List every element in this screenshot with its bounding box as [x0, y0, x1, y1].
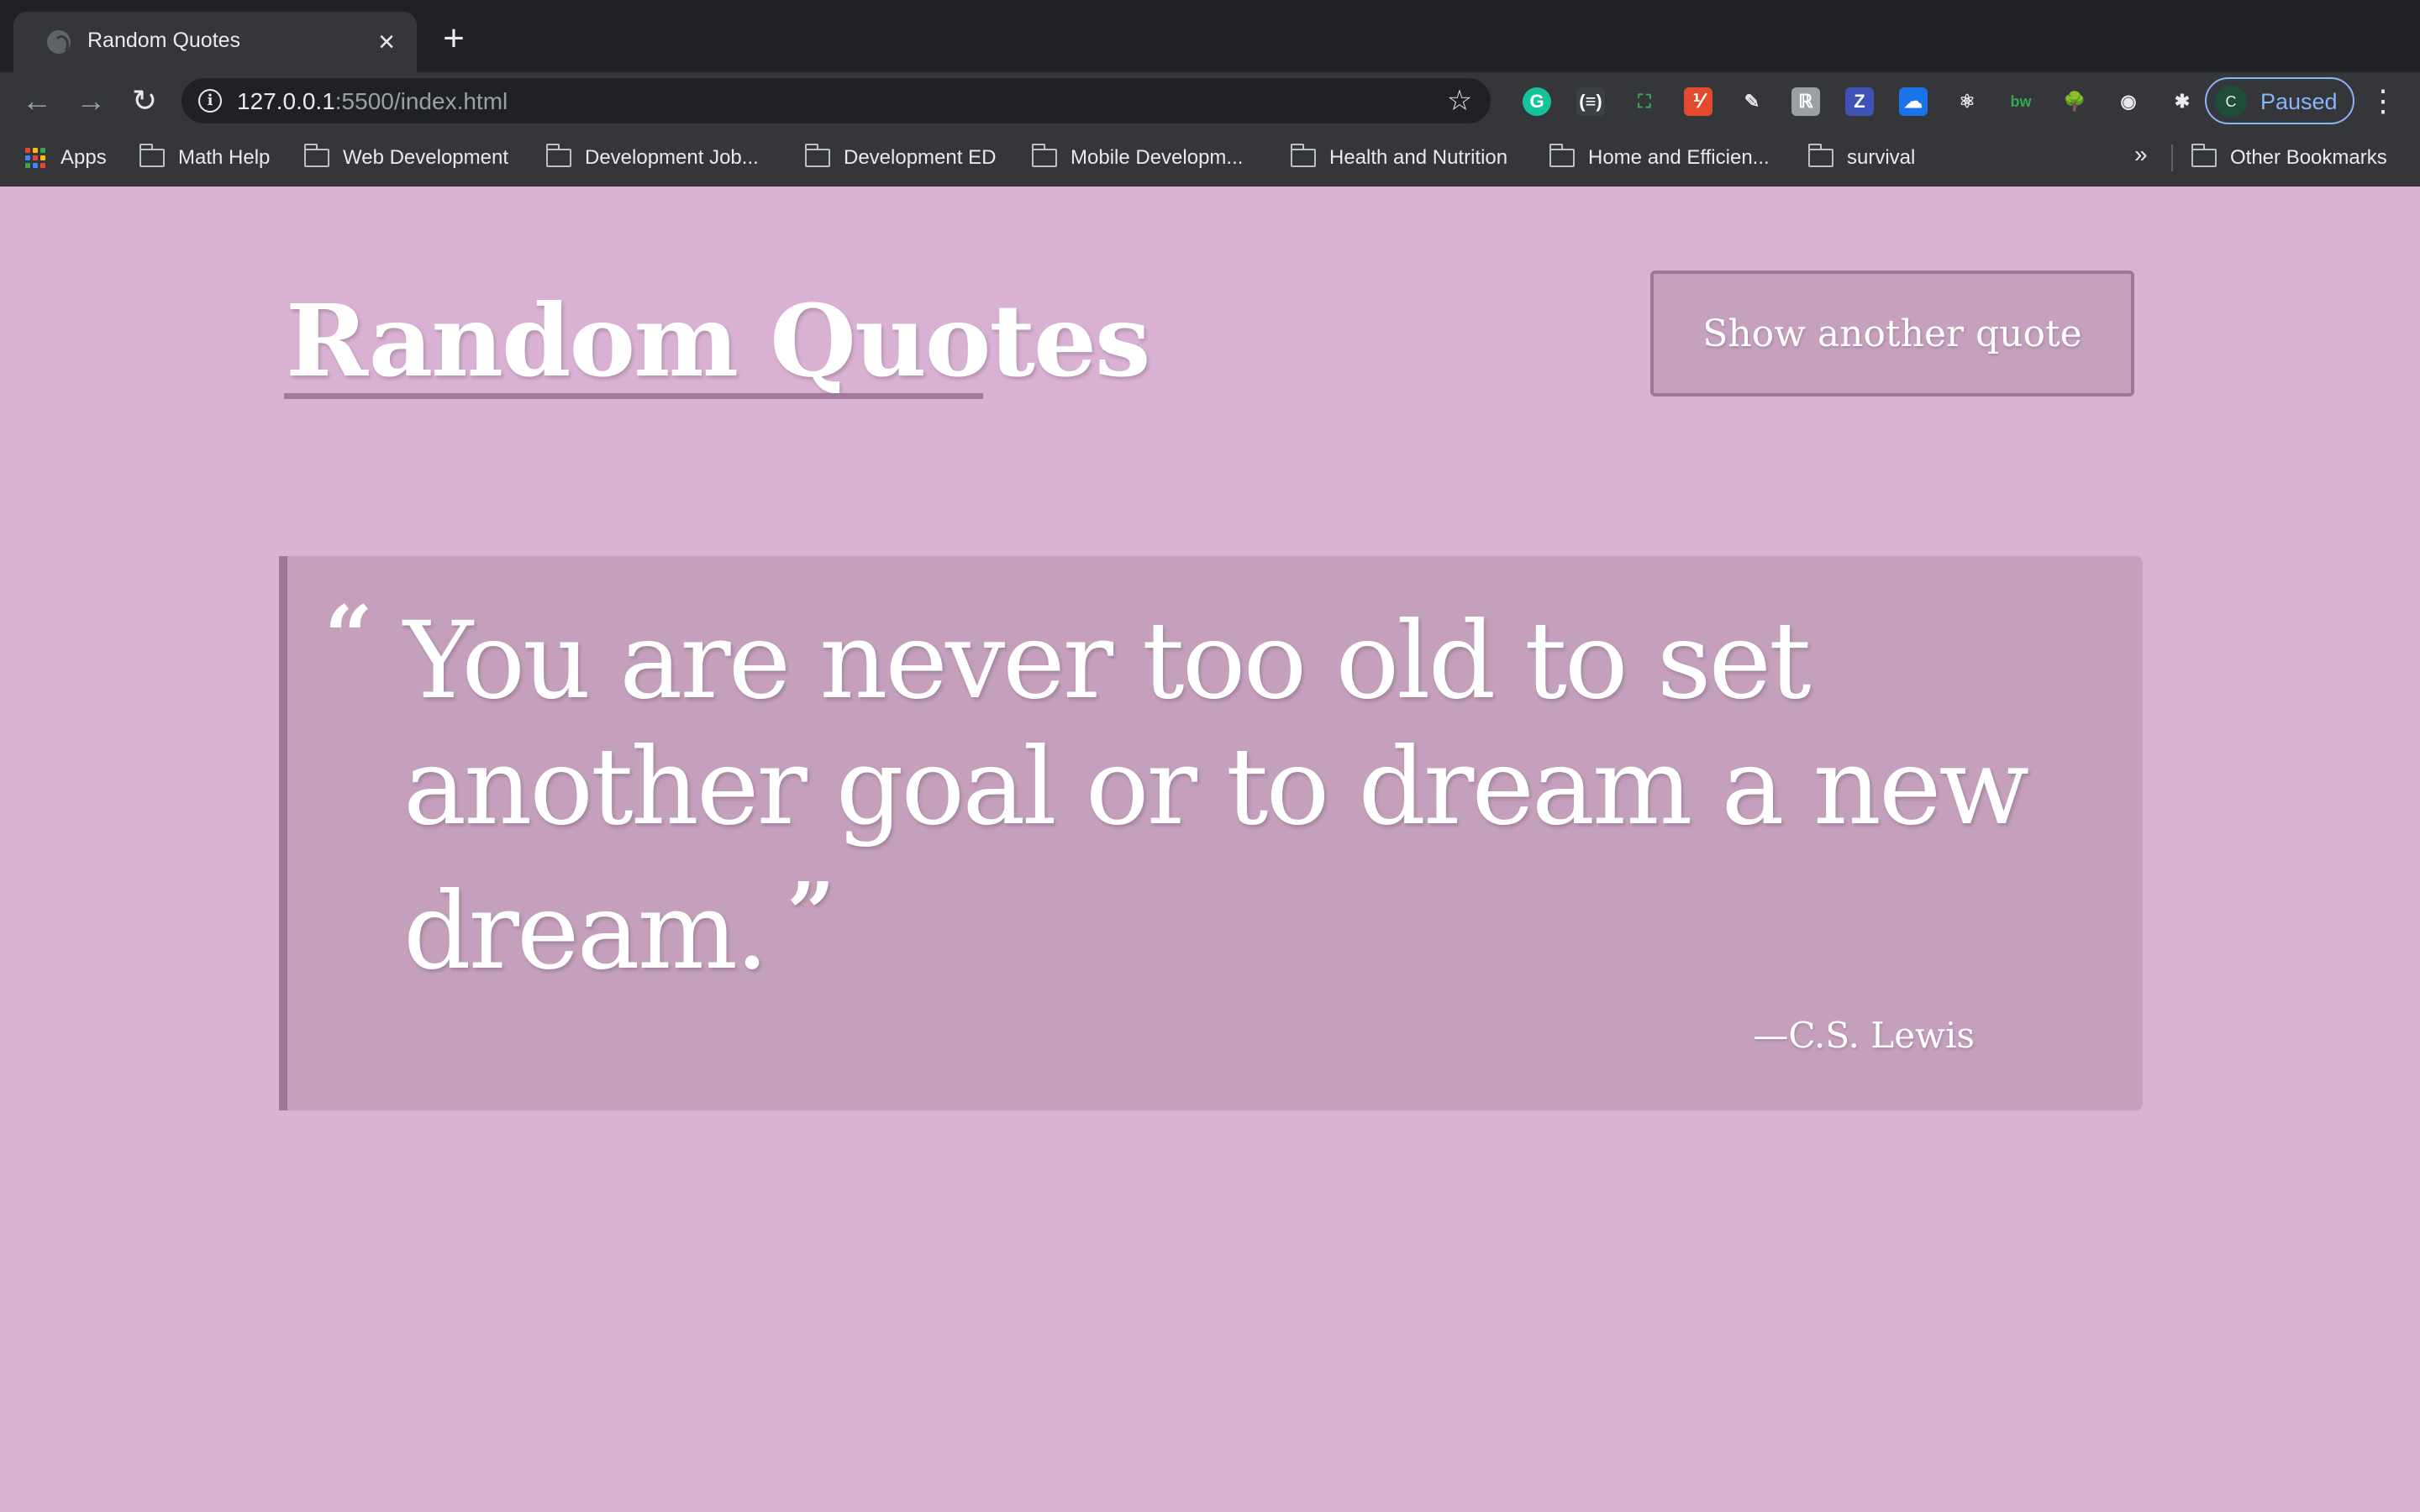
- bookmark-folder[interactable]: Mobile Developm...: [1031, 143, 1244, 173]
- bookmark-star-icon[interactable]: ☆: [1442, 83, 1477, 118]
- folder-icon: [1807, 144, 1833, 167]
- folder-icon: [804, 144, 830, 167]
- puzzle-icon[interactable]: ✱: [2168, 87, 2196, 116]
- quote-block: You are never too old to set another goa…: [403, 598, 2084, 995]
- z-ext-icon[interactable]: Z: [1845, 87, 1874, 116]
- brackets-icon[interactable]: (≡): [1576, 87, 1605, 116]
- cloud-ext-icon[interactable]: ☁: [1899, 87, 1928, 116]
- quote-author: —C.S. Lewis: [1753, 1015, 1975, 1056]
- quote-text: You are never too old to set another goa…: [403, 599, 2029, 993]
- camera-ext-icon[interactable]: ◉: [2114, 87, 2143, 116]
- bookmark-folder[interactable]: Home and Efficien...: [1549, 143, 1770, 173]
- menu-icon[interactable]: ⋮: [2366, 81, 2400, 121]
- tab-strip: Random Quotes × +: [0, 0, 2420, 72]
- url-path: :5500/index.html: [334, 88, 508, 114]
- page-title: Random Quotes: [286, 282, 1150, 399]
- folder-icon: [545, 144, 571, 167]
- page-content: Random Quotes Show another quote “ You a…: [0, 186, 2420, 1512]
- bookmark-label: survival: [1847, 146, 1916, 169]
- grammarly-icon[interactable]: G: [1523, 87, 1551, 116]
- back-button[interactable]: ←: [17, 81, 57, 121]
- bookmarks-bar: Apps Math Help Web Development Developme…: [0, 129, 2420, 186]
- bookmark-label: Math Help: [178, 146, 271, 169]
- profile-button[interactable]: C Paused: [2205, 77, 2354, 124]
- browser-toolbar: ← → ↻ i 127.0.0.1:5500/index.html ☆ G (≡)…: [0, 72, 2420, 129]
- address-bar[interactable]: i 127.0.0.1:5500/index.html ☆: [182, 78, 1491, 123]
- quote-card: “ You are never too old to set another g…: [279, 556, 2143, 1110]
- reload-button[interactable]: ↻: [124, 81, 165, 121]
- bookmark-folder[interactable]: Health and Nutrition: [1290, 143, 1508, 173]
- folder-icon: [303, 144, 329, 167]
- folder-icon: [2191, 144, 2217, 167]
- screenshot-icon[interactable]: ⛶: [1630, 87, 1659, 116]
- show-another-quote-button[interactable]: Show another quote: [1650, 270, 2134, 396]
- bookmark-folder[interactable]: Development Job...: [545, 143, 759, 173]
- bookmark-other[interactable]: Other Bookmarks: [2191, 143, 2387, 173]
- tree-ext-icon[interactable]: 🌳: [2060, 87, 2089, 116]
- bookmark-label: Web Development: [343, 146, 508, 169]
- folder-icon: [1290, 144, 1316, 167]
- bookmark-label: Apps: [60, 146, 107, 169]
- new-tab-button[interactable]: +: [434, 18, 474, 59]
- url-text[interactable]: 127.0.0.1:5500/index.html: [237, 88, 508, 115]
- forward-button[interactable]: →: [71, 81, 111, 121]
- bw-ext-icon[interactable]: bw: [2007, 87, 2035, 116]
- apps-grid-icon: [25, 148, 45, 168]
- url-host: 127.0.0.1: [237, 88, 335, 114]
- bookmark-label: Other Bookmarks: [2230, 146, 2387, 169]
- bookmarks-overflow-button[interactable]: »: [2134, 141, 2148, 168]
- divider: [2171, 144, 2173, 171]
- open-quote-icon: “: [324, 587, 373, 686]
- bookmark-label: Mobile Developm...: [1071, 146, 1244, 169]
- title-underline: [284, 393, 983, 399]
- close-quote-icon: ”: [786, 864, 835, 963]
- toggl-icon[interactable]: ⅟: [1684, 87, 1712, 116]
- bookmark-label: Home and Efficien...: [1588, 146, 1770, 169]
- bookmark-folder[interactable]: Math Help: [139, 143, 270, 173]
- bookmark-label: Development ED: [844, 146, 997, 169]
- bookmark-folder[interactable]: survival: [1807, 143, 1916, 173]
- eyedropper-icon[interactable]: ✎: [1738, 87, 1766, 116]
- tab-title: Random Quotes: [87, 29, 241, 52]
- browser-tab[interactable]: Random Quotes ×: [13, 12, 417, 72]
- profile-status: Paused: [2260, 89, 2338, 114]
- avatar: C: [2215, 86, 2247, 118]
- globe-icon: [47, 30, 71, 54]
- bookmark-label: Development Job...: [585, 146, 759, 169]
- react-devtools-icon[interactable]: ⚛: [1953, 87, 1981, 116]
- folder-icon: [1549, 144, 1575, 167]
- bookmark-folder[interactable]: Web Development: [303, 143, 508, 173]
- bookmark-folder[interactable]: Development ED: [804, 143, 997, 173]
- folder-icon: [139, 144, 165, 167]
- bookmark-apps[interactable]: Apps: [25, 143, 107, 173]
- close-icon[interactable]: ×: [368, 24, 405, 60]
- bookmark-label: Health and Nutrition: [1329, 146, 1508, 169]
- info-icon[interactable]: i: [198, 89, 222, 113]
- folder-icon: [1031, 144, 1057, 167]
- app-ext-icon[interactable]: ℝ: [1791, 87, 1820, 116]
